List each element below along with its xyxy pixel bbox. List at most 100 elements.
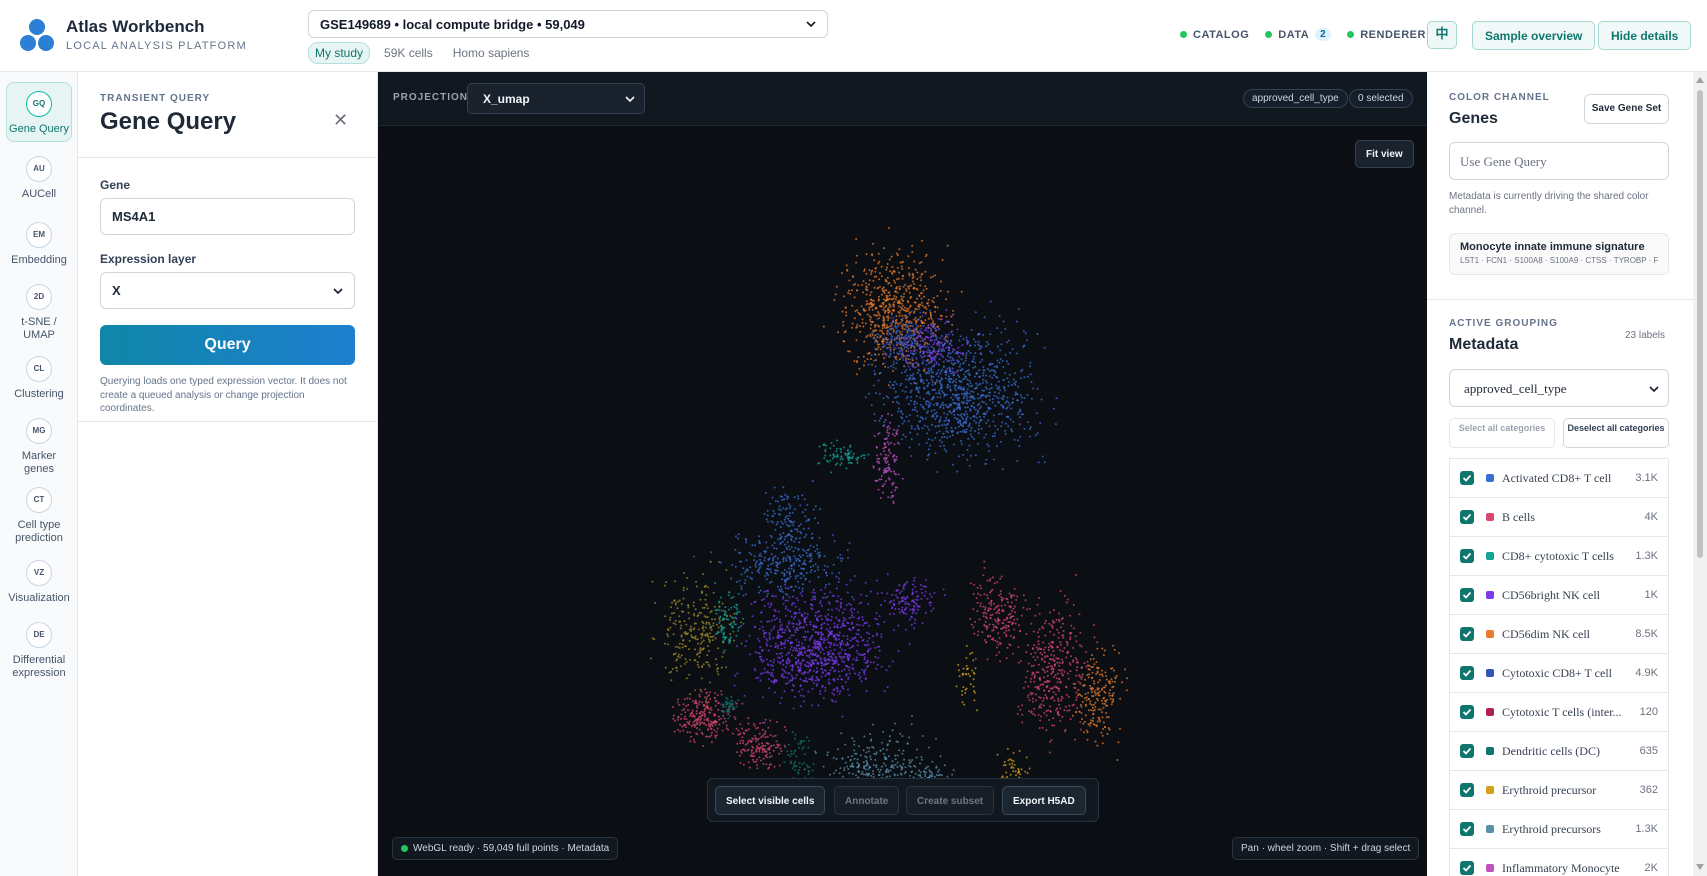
annotate-button[interactable]: Annotate bbox=[834, 786, 900, 815]
category-count: 3.1K bbox=[1635, 472, 1658, 484]
gene-input[interactable]: MS4A1 bbox=[100, 198, 355, 235]
tsne-umap-icon: 2D bbox=[26, 284, 52, 310]
deselect-all-categories-button[interactable]: Deselect all categories bbox=[1563, 418, 1669, 448]
sample-overview-button[interactable]: Sample overview bbox=[1472, 21, 1596, 50]
expression-layer-label: Expression layer bbox=[100, 252, 197, 266]
select-visible-cells-button[interactable]: Select visible cells bbox=[715, 786, 826, 815]
category-name: B cells bbox=[1502, 510, 1535, 524]
chip-my-study[interactable]: My study bbox=[308, 42, 371, 64]
dataset-select[interactable]: GSE149689 • local compute bridge • 59,04… bbox=[308, 10, 828, 38]
chevron-down-icon bbox=[806, 21, 816, 28]
category-count: 2K bbox=[1644, 862, 1658, 874]
app-subtitle: LOCAL ANALYSIS PLATFORM bbox=[66, 40, 247, 52]
status-renderer: RENDERER bbox=[1347, 29, 1426, 41]
gene-query-color-input[interactable]: Use Gene Query bbox=[1449, 142, 1669, 180]
category-color-swatch bbox=[1486, 591, 1494, 599]
selected-count-pill: 0 selected bbox=[1349, 89, 1413, 108]
rail-item-clustering[interactable]: CL Clustering bbox=[6, 348, 72, 401]
visualization-icon: VZ bbox=[26, 560, 52, 586]
divider bbox=[1427, 299, 1707, 300]
check-icon bbox=[1462, 708, 1472, 716]
projection-select[interactable]: X_umap bbox=[467, 83, 645, 114]
category-count: 120 bbox=[1639, 706, 1658, 718]
category-row[interactable]: CD8+ cytotoxic T cells 1.3K bbox=[1449, 537, 1669, 576]
category-color-swatch bbox=[1486, 630, 1494, 638]
chip-species: Homo sapiens bbox=[452, 46, 530, 60]
grouping-select[interactable]: approved_cell_type bbox=[1449, 369, 1669, 407]
category-name: Cytotoxic T cells (inter... bbox=[1502, 705, 1622, 719]
category-color-swatch bbox=[1486, 552, 1494, 560]
check-icon bbox=[1462, 591, 1472, 599]
category-checkbox[interactable] bbox=[1460, 666, 1474, 680]
divider bbox=[78, 157, 378, 158]
status-dot-icon bbox=[1180, 31, 1187, 38]
category-row[interactable]: Cytotoxic CD8+ T cell 4.9K bbox=[1449, 654, 1669, 693]
chevron-down-icon bbox=[1649, 386, 1659, 393]
category-checkbox[interactable] bbox=[1460, 588, 1474, 602]
category-checkbox[interactable] bbox=[1460, 822, 1474, 836]
category-row[interactable]: Activated CD8+ T cell 3.1K bbox=[1449, 459, 1669, 498]
category-color-swatch bbox=[1486, 747, 1494, 755]
category-row[interactable]: Cytotoxic T cells (inter... 120 bbox=[1449, 693, 1669, 732]
category-checkbox[interactable] bbox=[1460, 471, 1474, 485]
category-color-swatch bbox=[1486, 474, 1494, 482]
check-icon bbox=[1462, 552, 1472, 560]
category-list: Activated CD8+ T cell 3.1K B cells 4K CD8+ c… bbox=[1449, 458, 1669, 876]
signature-card[interactable]: Monocyte innate immune signature LST1 · … bbox=[1449, 233, 1669, 275]
category-name: CD8+ cytotoxic T cells bbox=[1502, 549, 1614, 563]
expression-layer-select[interactable]: X bbox=[100, 272, 355, 309]
category-checkbox[interactable] bbox=[1460, 549, 1474, 563]
category-count: 635 bbox=[1639, 745, 1658, 757]
canvas-toolbar: PROJECTION X_umap approved_cell_type 0 s… bbox=[378, 72, 1427, 126]
category-checkbox[interactable] bbox=[1460, 510, 1474, 524]
category-checkbox[interactable] bbox=[1460, 627, 1474, 641]
category-name: Activated CD8+ T cell bbox=[1502, 471, 1612, 485]
category-row[interactable]: Erythroid precursor 362 bbox=[1449, 771, 1669, 810]
rail-item-embedding[interactable]: EM Embedding bbox=[6, 214, 72, 267]
save-gene-set-button[interactable]: Save Gene Set bbox=[1584, 94, 1669, 124]
category-count: 1.3K bbox=[1635, 823, 1658, 835]
scroll-up-icon[interactable] bbox=[1696, 77, 1704, 83]
rail-item-differential-expression[interactable]: DE Differential expression bbox=[6, 614, 72, 679]
category-row[interactable]: CD56dim NK cell 8.5K bbox=[1449, 615, 1669, 654]
status-dot-icon bbox=[1265, 31, 1273, 38]
rail-item-aucell[interactable]: AU AUCell bbox=[6, 148, 72, 201]
rail-item-gene-query[interactable]: GQ Gene Query bbox=[6, 82, 72, 142]
status-catalog-label: CATALOG bbox=[1193, 28, 1250, 41]
color-channel-eyebrow: COLOR CHANNEL bbox=[1449, 92, 1550, 103]
umap-scatter-plot[interactable] bbox=[378, 126, 1427, 876]
rail-item-tsne-umap[interactable]: 2D t-SNE / UMAP bbox=[6, 276, 72, 341]
category-row[interactable]: Inflammatory Monocyte 2K bbox=[1449, 849, 1669, 876]
query-button[interactable]: Query bbox=[100, 325, 355, 365]
rail-item-marker-genes[interactable]: MG Marker genes bbox=[6, 410, 72, 475]
select-all-categories-button[interactable]: Select all categories bbox=[1449, 418, 1555, 448]
category-checkbox[interactable] bbox=[1460, 783, 1474, 797]
language-toggle-button[interactable]: 中 bbox=[1427, 21, 1457, 49]
category-row[interactable]: B cells 4K bbox=[1449, 498, 1669, 537]
rail-item-cell-type-prediction[interactable]: CT Cell type prediction bbox=[6, 479, 72, 544]
details-panel: COLOR CHANNEL Genes Save Gene Set Use Ge… bbox=[1427, 72, 1707, 876]
page-scrollbar[interactable] bbox=[1693, 72, 1707, 876]
rail-item-visualization[interactable]: VZ Visualization bbox=[6, 552, 72, 605]
category-row[interactable]: Erythroid precursors 1.3K bbox=[1449, 810, 1669, 849]
category-checkbox[interactable] bbox=[1460, 744, 1474, 758]
category-name: Cytotoxic CD8+ T cell bbox=[1502, 666, 1612, 680]
create-subset-button[interactable]: Create subset bbox=[906, 786, 995, 815]
category-checkbox[interactable] bbox=[1460, 861, 1474, 875]
category-row[interactable]: Dendritic cells (DC) 635 bbox=[1449, 732, 1669, 771]
check-icon bbox=[1462, 474, 1472, 482]
category-checkbox[interactable] bbox=[1460, 705, 1474, 719]
projection-canvas[interactable]: PROJECTION X_umap approved_cell_type 0 s… bbox=[378, 72, 1427, 876]
hide-details-button[interactable]: Hide details bbox=[1598, 21, 1692, 50]
scroll-down-icon[interactable] bbox=[1696, 864, 1704, 870]
chevron-down-icon bbox=[625, 96, 635, 103]
export-h5ad-button[interactable]: Export H5AD bbox=[1002, 786, 1086, 815]
category-row[interactable]: CD56bright NK cell 1K bbox=[1449, 576, 1669, 615]
fit-view-button[interactable]: Fit view bbox=[1355, 140, 1414, 168]
navigation-hint: Pan · wheel zoom · Shift + drag select bbox=[1232, 837, 1420, 860]
top-bar: Atlas Workbench LOCAL ANALYSIS PLATFORM … bbox=[0, 0, 1707, 72]
signature-genes: LST1 · FCN1 · S100A8 · S100A9 · CTSS · T… bbox=[1460, 256, 1658, 265]
category-count: 4K bbox=[1644, 511, 1658, 523]
close-icon[interactable]: ✕ bbox=[333, 110, 348, 131]
scroll-thumb[interactable] bbox=[1697, 90, 1703, 558]
